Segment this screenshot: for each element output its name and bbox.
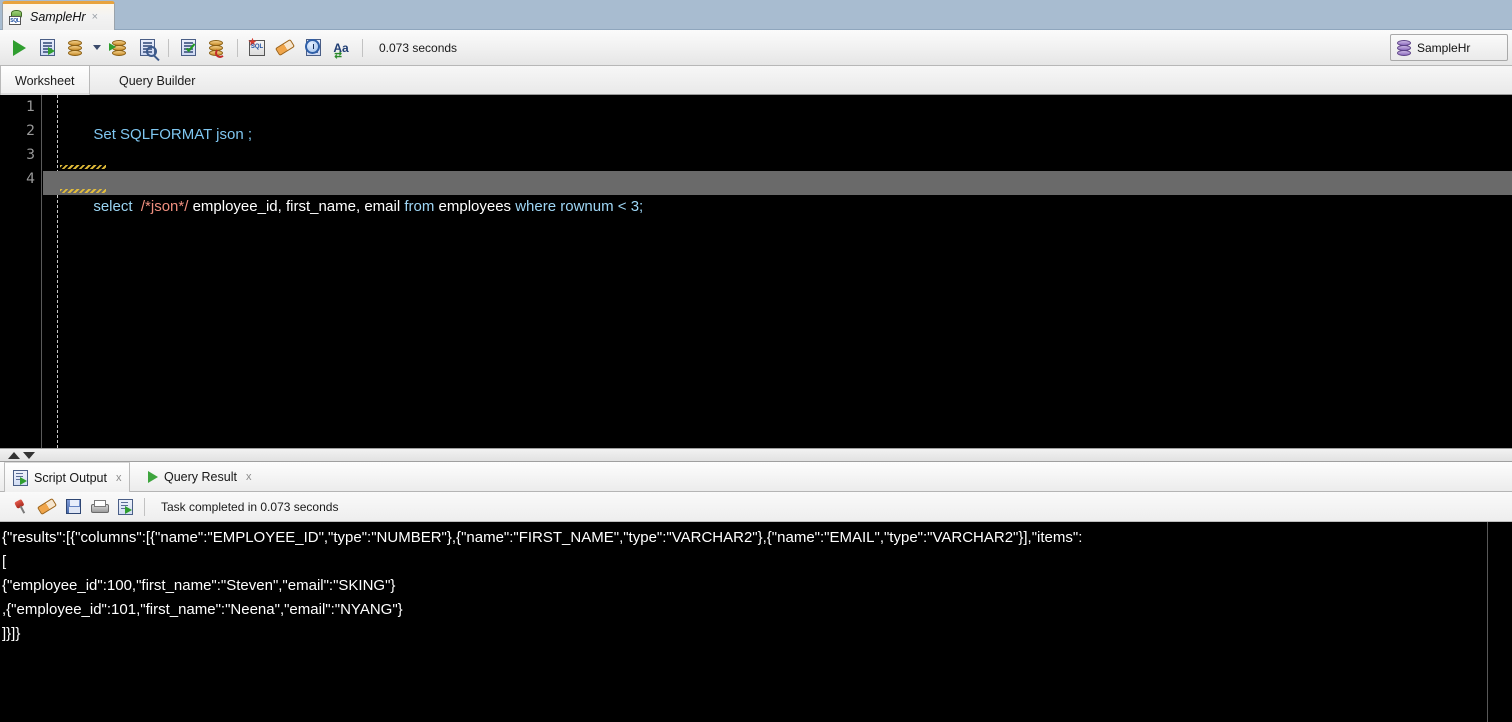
output-toolbar-separator [144, 498, 145, 516]
toolbar-separator-2 [237, 39, 238, 57]
line-number: 2 [26, 123, 35, 139]
aa-format-icon: Aa [333, 41, 348, 55]
clock-icon [306, 39, 321, 56]
main-toolbar: Aa 0.073 seconds SampleHr [0, 30, 1512, 66]
output-line: ,{"employee_id":101,"first_name":"Neena"… [2, 600, 403, 620]
output-toolbar: Task completed in 0.073 seconds [0, 492, 1512, 522]
autotrace-button[interactable] [175, 35, 201, 61]
db-undo-icon [209, 40, 223, 56]
run-script-button[interactable] [34, 35, 60, 61]
tab-query-builder[interactable]: Query Builder [105, 66, 209, 95]
connection-db-icon [1397, 40, 1411, 55]
line-number: 3 [26, 147, 35, 163]
commit-button[interactable] [62, 35, 88, 61]
rollback-db-icon [112, 40, 126, 56]
code-line-2[interactable] [43, 123, 1512, 147]
db-check-icon [181, 39, 196, 56]
task-status-label: Task completed in 0.073 seconds [161, 500, 338, 514]
spell-squiggle [60, 189, 106, 193]
document-tab-strip: SampleHr × [0, 0, 1512, 30]
elapsed-time-label: 0.073 seconds [379, 41, 457, 55]
sql-developer-worksheet: SampleHr × [0, 0, 1512, 722]
explain-plan-icon [140, 39, 155, 56]
printer-icon [91, 500, 107, 514]
tab-worksheet-label: Worksheet [15, 74, 75, 88]
chevron-down-icon[interactable] [23, 452, 35, 459]
console-scroll-edge [1487, 522, 1488, 722]
toolbar-separator-1 [168, 39, 169, 57]
line-number: 4 [26, 171, 35, 187]
editor-output-splitter[interactable] [0, 448, 1512, 462]
script-output-icon [13, 470, 28, 486]
code-token: /*json*/ [141, 198, 189, 215]
code-line-1[interactable]: Set SQLFORMAT json ; [43, 99, 1512, 123]
floppy-save-icon [66, 499, 81, 514]
query-timer-button[interactable] [300, 35, 326, 61]
pin-icon [12, 497, 31, 516]
output-line: {"results":[{"columns":[{"name":"EMPLOYE… [2, 528, 1082, 548]
commit-db-icon [68, 40, 82, 56]
editor-gutter: 1 2 3 4 [0, 95, 42, 448]
document-tab-samplehr[interactable]: SampleHr × [2, 1, 115, 30]
worksheet-sql-icon [9, 10, 25, 25]
sql-history-button[interactable] [244, 35, 270, 61]
code-line-3[interactable]: select employee_id, first_name, email fr… [43, 147, 1512, 171]
format-sql-button[interactable]: Aa [328, 35, 354, 61]
pin-output-button[interactable] [8, 495, 34, 519]
output-line: ]}]} [2, 624, 20, 644]
code-token [133, 198, 141, 215]
line-number: 1 [26, 99, 35, 115]
explain-plan-button[interactable] [134, 35, 160, 61]
output-line: [ [2, 552, 6, 572]
chevron-down-icon [93, 45, 101, 50]
tab-query-result[interactable]: Query Result x [140, 462, 259, 492]
close-icon[interactable]: x [246, 471, 252, 483]
script-output-console[interactable]: {"results":[{"columns":[{"name":"EMPLOYE… [0, 522, 1512, 722]
play-green-icon [148, 471, 158, 483]
run-statement-button[interactable] [6, 35, 32, 61]
script-output-icon [118, 499, 133, 515]
sql-editor[interactable]: 1 2 3 4 Set SQLFORMAT json ; select empl… [0, 95, 1512, 448]
save-output-button[interactable] [60, 495, 86, 519]
worksheet-tab-bar: Worksheet Query Builder [0, 66, 1512, 95]
eraser-icon [37, 498, 57, 515]
run-script-icon [40, 39, 55, 56]
clear-worksheet-button[interactable] [272, 35, 298, 61]
code-line-4[interactable]: select /*json*/ employee_id, first_name,… [43, 171, 1512, 195]
document-tab-label: SampleHr [30, 10, 86, 24]
spell-squiggle [60, 165, 106, 169]
rollback-button[interactable] [106, 35, 132, 61]
close-icon[interactable]: x [116, 472, 122, 484]
tab-query-builder-label: Query Builder [119, 74, 195, 88]
tab-script-output[interactable]: Script Output x [4, 462, 130, 492]
output-line: {"employee_id":100,"first_name":"Steven"… [2, 576, 395, 596]
chevron-up-icon[interactable] [8, 452, 20, 459]
tab-script-output-label: Script Output [34, 471, 107, 485]
clear-output-button[interactable] [34, 495, 60, 519]
toolbar-separator-3 [362, 39, 363, 57]
code-token: from [404, 198, 434, 215]
code-token: employees [434, 198, 515, 215]
tab-query-result-label: Query Result [164, 470, 237, 484]
editor-code-area[interactable]: Set SQLFORMAT json ; select employee_id,… [43, 95, 1512, 448]
play-green-icon [13, 40, 26, 56]
code-token: select [93, 198, 132, 215]
code-token: rownum < 3; [556, 198, 643, 215]
close-icon[interactable]: × [92, 12, 98, 23]
eraser-icon [275, 39, 295, 56]
print-output-button[interactable] [86, 495, 112, 519]
code-token: where [515, 198, 556, 215]
tab-worksheet[interactable]: Worksheet [0, 66, 90, 95]
output-tab-bar: Script Output x Query Result x [0, 462, 1512, 492]
commit-dropdown-button[interactable] [90, 35, 104, 61]
undo-db-button[interactable] [203, 35, 229, 61]
connection-selector[interactable]: SampleHr [1390, 34, 1508, 61]
connection-label: SampleHr [1417, 41, 1470, 55]
open-script-button[interactable] [112, 495, 138, 519]
sql-star-icon [249, 40, 265, 56]
code-token: employee_id, first_name, email [188, 198, 404, 215]
